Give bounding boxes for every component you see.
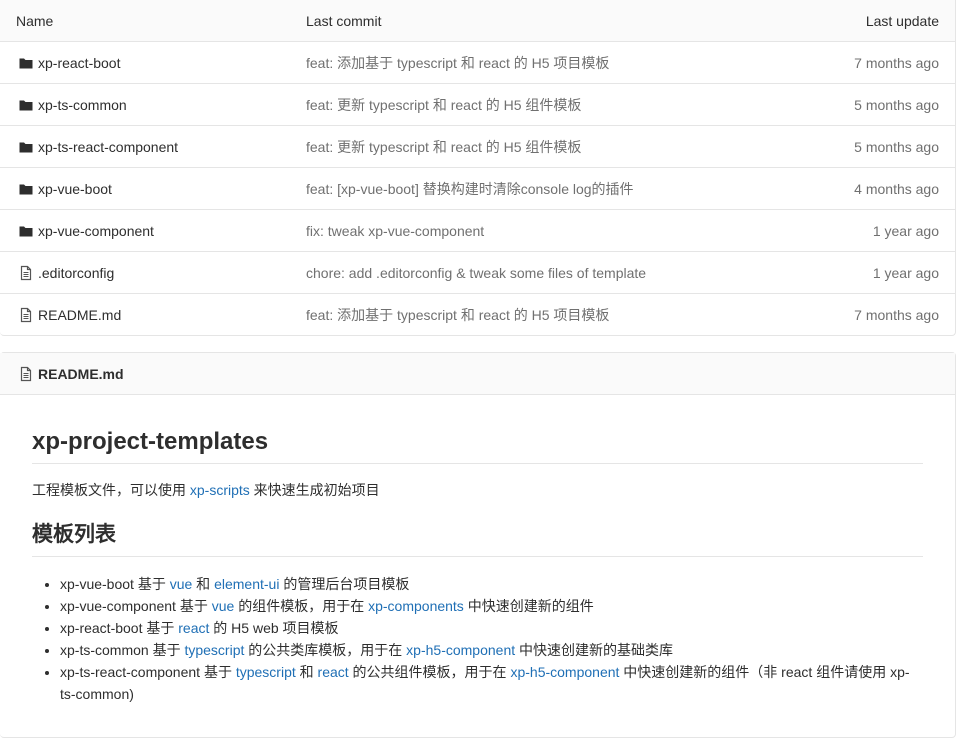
react-link[interactable]: react <box>318 664 349 680</box>
item-text: xp-vue-boot 基于 <box>60 575 170 592</box>
intro-text: 工程模板文件，可以使用 <box>32 482 190 499</box>
item-text: 中快速创建新的组件 <box>463 597 594 614</box>
vue-link[interactable]: vue <box>212 598 235 614</box>
file-name-link[interactable]: xp-vue-boot <box>38 181 112 197</box>
item-text: 的组件模板，用于在 <box>234 597 369 614</box>
row-name[interactable]: README.md <box>18 307 121 323</box>
template-list: xp-vue-boot 基于 vue 和 element-ui 的管理后台项目模… <box>32 573 923 705</box>
folder-icon <box>18 55 34 71</box>
table-row[interactable]: README.md feat: 添加基于 typescript 和 react 的… <box>0 294 955 336</box>
typescript-link[interactable]: typescript <box>236 664 296 680</box>
table-row[interactable]: .editorconfig chore: add .editorconfig & … <box>0 252 955 294</box>
file-name-link[interactable]: xp-react-boot <box>38 55 120 71</box>
item-text: xp-react-boot 基于 <box>60 619 179 636</box>
table-row[interactable]: xp-vue-component fix: tweak xp-vue-compon… <box>0 210 955 252</box>
readme-body: xp-project-templates 工程模板文件，可以使用 xp-scri… <box>0 428 955 705</box>
item-text: xp-ts-react-component 基于 <box>60 663 236 680</box>
vue-link[interactable]: vue <box>170 576 193 592</box>
section-title: 模板列表 <box>32 523 923 557</box>
file-icon <box>18 307 34 323</box>
readme-header: README.md <box>0 353 955 395</box>
item-text: 的公共组件模板，用于在 <box>348 663 511 680</box>
list-item: xp-vue-boot 基于 vue 和 element-ui 的管理后台项目模… <box>60 573 923 595</box>
folder-icon <box>18 139 34 155</box>
file-table: Name Last commit Last update xp-react-bo… <box>0 0 956 336</box>
table-row[interactable]: xp-vue-boot feat: [xp-vue-boot] 替换构建时清除co… <box>0 168 955 210</box>
file-name-link[interactable]: xp-ts-react-component <box>38 139 178 155</box>
item-text: 的公共类库模板，用于在 <box>244 641 407 658</box>
folder-icon <box>18 223 34 239</box>
item-text: 的管理后台项目模板 <box>279 575 410 592</box>
folder-icon <box>18 181 34 197</box>
item-text: 中快速创建新的基础类库 <box>515 641 674 658</box>
file-name-link[interactable]: .editorconfig <box>38 265 114 281</box>
header-last-update: Last update <box>865 12 939 29</box>
header-name: Name <box>16 12 54 29</box>
item-text: xp-ts-common 基于 <box>60 641 185 658</box>
last-update-time: 7 months ago <box>854 54 939 71</box>
xp-h5-component-link[interactable]: xp-h5-component <box>510 664 619 680</box>
readme-intro: 工程模板文件，可以使用 xp-scripts 来快速生成初始项目 <box>32 480 923 500</box>
list-item: xp-ts-react-component 基于 typescript 和 re… <box>60 661 923 705</box>
last-update-time: 5 months ago <box>854 96 939 113</box>
item-text: 和 <box>295 663 318 680</box>
xp-h5-component-link[interactable]: xp-h5-component <box>406 642 515 658</box>
row-name[interactable]: xp-vue-component <box>18 223 154 239</box>
table-row[interactable]: xp-ts-common feat: 更新 typescript 和 react … <box>0 84 955 126</box>
last-update-time: 7 months ago <box>854 307 939 323</box>
table-row[interactable]: xp-react-boot feat: 添加基于 typescript 和 rea… <box>0 42 955 84</box>
typescript-link[interactable]: typescript <box>184 642 244 658</box>
item-text: 和 <box>192 575 215 592</box>
row-name[interactable]: .editorconfig <box>18 265 114 281</box>
commit-message-link[interactable]: chore: add .editorconfig & tweak some fi… <box>306 265 646 281</box>
file-icon <box>18 265 34 281</box>
last-update-time: 1 year ago <box>872 264 939 281</box>
readme-title: xp-project-templates <box>32 428 923 465</box>
list-item: xp-react-boot 基于 react 的 H5 web 项目模板 <box>60 617 923 639</box>
last-update-time: 1 year ago <box>872 222 939 239</box>
table-header: Name Last commit Last update <box>0 0 955 42</box>
file-icon <box>18 366 34 382</box>
commit-message-link[interactable]: feat: 添加基于 typescript 和 react 的 H5 项目模板 <box>306 305 609 325</box>
last-update-time: 4 months ago <box>854 180 939 197</box>
folder-icon <box>18 97 34 113</box>
header-last-commit: Last commit <box>306 12 382 29</box>
intro-text-after: 来快速生成初始项目 <box>249 482 380 499</box>
row-name[interactable]: xp-react-boot <box>18 55 120 71</box>
file-name-link[interactable]: README.md <box>38 307 121 323</box>
commit-message-link[interactable]: feat: [xp-vue-boot] 替换构建时清除console log的插… <box>306 179 634 199</box>
xp-components-link[interactable]: xp-components <box>368 598 464 614</box>
file-name-link[interactable]: xp-vue-component <box>38 223 154 239</box>
readme-filename: README.md <box>38 365 124 382</box>
react-link[interactable]: react <box>178 620 209 636</box>
row-name[interactable]: xp-ts-common <box>18 97 127 113</box>
list-item: xp-ts-common 基于 typescript 的公共类库模板，用于在 x… <box>60 639 923 661</box>
item-text: xp-vue-component 基于 <box>60 597 212 614</box>
commit-message-link[interactable]: feat: 添加基于 typescript 和 react 的 H5 项目模板 <box>306 53 609 73</box>
readme-panel: README.md xp-project-templates 工程模板文件，可以… <box>0 352 956 738</box>
last-update-time: 5 months ago <box>854 138 939 155</box>
xp-scripts-link[interactable]: xp-scripts <box>190 482 250 498</box>
table-row[interactable]: xp-ts-react-component feat: 更新 typescript… <box>0 126 955 168</box>
commit-message-link[interactable]: fix: tweak xp-vue-component <box>306 223 484 239</box>
commit-message-link[interactable]: feat: 更新 typescript 和 react 的 H5 组件模板 <box>306 137 581 157</box>
row-name[interactable]: xp-vue-boot <box>18 181 112 197</box>
list-item: xp-vue-component 基于 vue 的组件模板，用于在 xp-com… <box>60 595 923 617</box>
row-name[interactable]: xp-ts-react-component <box>18 139 178 155</box>
item-text: 的 H5 web 项目模板 <box>209 619 339 636</box>
commit-message-link[interactable]: feat: 更新 typescript 和 react 的 H5 组件模板 <box>306 95 581 115</box>
file-name-link[interactable]: xp-ts-common <box>38 97 127 113</box>
element-ui-link[interactable]: element-ui <box>214 576 279 592</box>
